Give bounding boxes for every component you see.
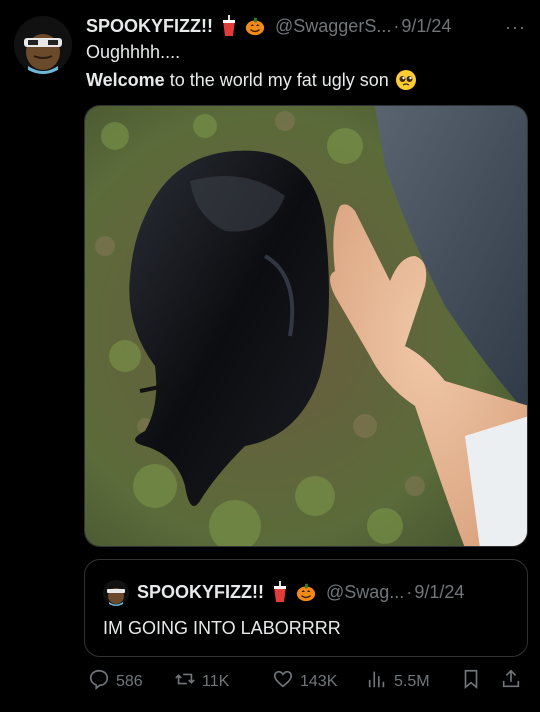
quoted-timestamp: 9/1/24 xyxy=(414,581,465,602)
bookmark-button[interactable] xyxy=(460,668,482,695)
reply-button[interactable]: 586 xyxy=(88,668,143,695)
pleading-face-icon xyxy=(395,69,417,91)
bookmark-icon xyxy=(460,668,482,695)
like-count: 143K xyxy=(300,672,338,690)
cup-icon xyxy=(270,581,290,603)
display-name[interactable]: SPOOKYFIZZ!! xyxy=(86,16,213,37)
repost-icon xyxy=(174,668,196,695)
repost-count: 11K xyxy=(202,672,230,690)
views-icon xyxy=(366,668,388,695)
quoted-tweet[interactable]: SPOOKYFIZZ!! @Swag... · 9/1/24 IM GOING … xyxy=(84,559,528,657)
quoted-display-name: SPOOKYFIZZ!! xyxy=(137,581,264,602)
tweet-media-photo[interactable] xyxy=(84,105,528,547)
handle[interactable]: @SwaggerS... xyxy=(275,16,391,37)
quoted-handle: @Swag... xyxy=(326,581,405,602)
like-button[interactable]: 143K xyxy=(272,668,337,695)
quoted-text: IM GOING INTO LABORRRR xyxy=(103,618,341,638)
pumpkin-icon xyxy=(245,15,265,37)
bold-text: Welcome xyxy=(86,69,165,90)
views-button[interactable]: 5.5M xyxy=(366,668,430,695)
tweet-text-line-2: Welcome to the world my fat ugly son xyxy=(86,69,417,91)
pumpkin-icon xyxy=(296,581,316,603)
quoted-avatar[interactable] xyxy=(103,580,129,606)
separator: · xyxy=(393,15,400,36)
heart-icon xyxy=(272,668,294,695)
more-icon[interactable]: ··· xyxy=(505,17,526,38)
reply-icon xyxy=(88,668,110,695)
action-bar: 586 11K 143K 5.5M xyxy=(84,664,528,698)
avatar[interactable] xyxy=(14,16,72,74)
separator: · xyxy=(406,581,413,602)
share-button[interactable] xyxy=(500,668,522,695)
quoted-header: SPOOKYFIZZ!! @Swag... · 9/1/24 xyxy=(137,581,464,603)
reply-count: 586 xyxy=(116,672,143,690)
tweet-text-line-1: Oughhhh.... xyxy=(86,42,181,62)
timestamp[interactable]: 9/1/24 xyxy=(401,16,451,37)
repost-button[interactable]: 11K xyxy=(174,668,229,695)
body-text: to the world my fat ugly son xyxy=(169,69,389,90)
cup-icon xyxy=(219,15,239,37)
views-count: 5.5M xyxy=(394,672,430,690)
share-icon xyxy=(500,668,522,695)
tweet-header: SPOOKYFIZZ!! @SwaggerS... · 9/1/24 xyxy=(86,13,526,39)
